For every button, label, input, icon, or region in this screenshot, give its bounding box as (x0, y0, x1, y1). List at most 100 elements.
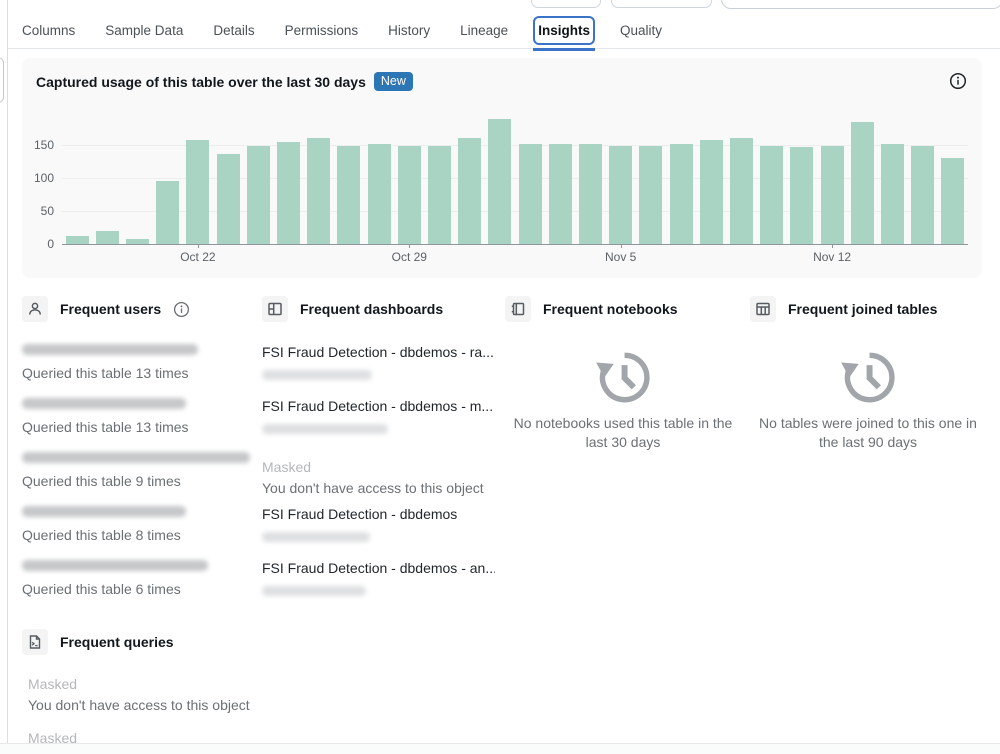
masked-dashboard-subtitle (262, 532, 370, 542)
masked-user-name (22, 452, 250, 463)
masked-user-name (22, 506, 186, 517)
usage-bar (246, 146, 270, 244)
frequent-queries-header: Frequent queries (22, 629, 174, 655)
frequent-notebooks-header: Frequent notebooks (505, 296, 678, 322)
info-icon[interactable] (949, 72, 967, 90)
toolbar-button-partial-2[interactable] (611, 0, 712, 8)
tab-quality[interactable]: Quality (618, 19, 664, 42)
dashboard-link[interactable]: FSI Fraud Detection - dbdemos (262, 506, 495, 522)
notebooks-empty-state: No notebooks used this table in the last… (503, 346, 743, 452)
usage-bar (548, 144, 572, 244)
history-icon (596, 352, 650, 403)
dashboard-row: FSI Fraud Detection - dbdemos (262, 506, 495, 542)
usage-bar (186, 140, 210, 244)
frequent-user-row[interactable]: Queried this table 9 times (22, 452, 250, 489)
dashboard-link[interactable]: FSI Fraud Detection - dbdemos - m... (262, 398, 495, 414)
history-icon (841, 352, 895, 403)
joined-tables-empty-state: No tables were joined to this one in the… (748, 346, 988, 452)
usage-bar (307, 138, 331, 244)
frequent-queries-title: Frequent queries (60, 634, 174, 650)
usage-bar (65, 236, 89, 244)
masked-user-name (22, 560, 208, 571)
frequent-user-row[interactable]: Queried this table 13 times (22, 344, 250, 381)
usage-bar (730, 138, 753, 244)
frequent-dashboards-title: Frequent dashboards (300, 301, 444, 317)
table-detail-tabbar: Columns Sample Data Details Permissions … (8, 12, 1000, 51)
usage-bar (941, 158, 965, 244)
tab-insights[interactable]: Insights (533, 15, 595, 51)
masked-dashboard-subtitle (262, 586, 366, 596)
joined-tables-empty-message: No tables were joined to this one in the… (759, 415, 977, 450)
x-axis-tick (197, 244, 199, 248)
x-axis-tick (620, 244, 622, 248)
frequent-users-header: Frequent users (22, 296, 190, 322)
tab-details[interactable]: Details (211, 19, 256, 42)
frequent-users-title: Frequent users (60, 301, 162, 317)
y-axis-tick-label: 50 (40, 204, 54, 218)
usage-bar (95, 231, 119, 244)
masked-label: Masked (28, 676, 78, 692)
dashboard-link[interactable]: FSI Fraud Detection - dbdemos - an... (262, 560, 495, 576)
usage-card: Captured usage of this table over the la… (22, 58, 982, 278)
user-icon (22, 296, 48, 322)
x-axis-tick (409, 244, 411, 248)
usage-bar (579, 144, 602, 244)
tab-sample-data[interactable]: Sample Data (103, 19, 185, 42)
dashboard-link[interactable]: FSI Fraud Detection - dbdemos - ra... (262, 344, 495, 360)
usage-bar (639, 146, 663, 244)
usage-bar (820, 146, 844, 244)
notebook-icon (505, 296, 531, 322)
usage-bar (216, 154, 240, 244)
frequent-dashboards-header: Frequent dashboards (262, 296, 443, 322)
usage-bar-chart: 0 50 100 150 Oct 22 Oct 29 Nov 5 Nov 12 (34, 115, 968, 264)
user-query-count: Queried this table 8 times (22, 527, 181, 543)
frequent-user-row[interactable]: Queried this table 6 times (22, 560, 250, 597)
user-query-count: Queried this table 6 times (22, 581, 181, 597)
tab-history[interactable]: History (386, 19, 432, 42)
bottom-scroll-strip[interactable] (0, 743, 1000, 754)
users-info-icon[interactable] (173, 301, 190, 318)
usage-bar (609, 146, 633, 244)
user-query-count: Queried this table 13 times (22, 419, 189, 435)
user-query-count: Queried this table 9 times (22, 473, 181, 489)
usage-card-title: Captured usage of this table over the la… (36, 73, 366, 90)
left-panel-divider (7, 0, 8, 744)
tab-lineage[interactable]: Lineage (458, 19, 510, 42)
frequent-user-row[interactable]: Queried this table 8 times (22, 506, 250, 543)
usage-bar (156, 181, 180, 244)
toolbar-button-partial-1[interactable] (531, 0, 601, 8)
tab-columns[interactable]: Columns (20, 19, 77, 42)
x-axis-tick (832, 244, 834, 248)
left-panel-partial-control[interactable] (0, 57, 4, 103)
frequent-user-row[interactable]: Queried this table 13 times (22, 398, 250, 435)
y-axis-tick-label: 150 (33, 138, 54, 152)
notebooks-empty-message: No notebooks used this table in the last… (513, 415, 733, 450)
x-axis-tick-label: Nov 12 (813, 250, 852, 264)
toolbar-search-partial[interactable] (721, 0, 1000, 9)
usage-bar (669, 144, 693, 244)
masked-user-name (22, 344, 198, 355)
usage-bar (397, 146, 421, 244)
new-badge: New (373, 72, 413, 91)
usage-bar (488, 119, 512, 244)
table-icon (750, 296, 776, 322)
masked-message: You don't have access to this object (28, 697, 250, 713)
masked-user-name (22, 398, 186, 409)
usage-bar (911, 146, 935, 244)
tab-permissions[interactable]: Permissions (283, 19, 361, 42)
usage-bar (518, 144, 542, 244)
masked-dashboard-subtitle (262, 370, 372, 380)
usage-bar (337, 146, 361, 244)
y-axis-tick-label: 0 (47, 237, 54, 251)
frequent-joined-tables-header: Frequent joined tables (750, 296, 937, 322)
usage-bar (881, 144, 904, 244)
x-axis-tick-label: Nov 5 (605, 250, 637, 264)
masked-dashboard-subtitle (262, 424, 388, 434)
usage-bar (367, 144, 391, 244)
masked-message: You don't have access to this object (262, 480, 484, 496)
dashboard-row: FSI Fraud Detection - dbdemos - m... (262, 398, 495, 434)
dashboard-row: FSI Fraud Detection - dbdemos - an... (262, 560, 495, 596)
y-axis-tick-label: 100 (33, 171, 54, 185)
x-axis-tick-label: Oct 29 (391, 250, 427, 264)
dashboard-icon (262, 296, 288, 322)
